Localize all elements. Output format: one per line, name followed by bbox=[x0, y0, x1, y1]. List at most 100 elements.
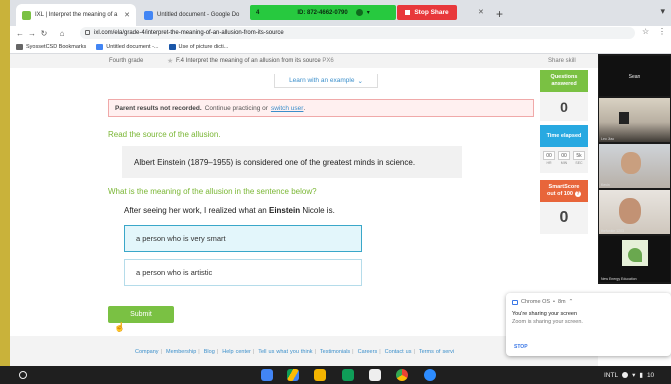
chromeos-shelf: INTL ▾ ▮ 10 bbox=[0, 366, 671, 384]
participant-name: Sean bbox=[628, 74, 641, 80]
home-icon[interactable]: ⌂ bbox=[56, 29, 68, 38]
timer-minutes-label: MIN bbox=[560, 161, 568, 165]
sentence-before: After seeing her work, I realized what a… bbox=[124, 206, 267, 215]
video-tile[interactable]: Leo Jiao bbox=[599, 98, 670, 142]
share-skill-link[interactable]: Share skill bbox=[548, 58, 576, 64]
footer-link-help[interactable]: Help center bbox=[222, 349, 251, 355]
tab-strip: IXL | Interpret the meaning of a ✕ Untit… bbox=[10, 0, 671, 26]
learn-label: Learn with an example bbox=[289, 77, 355, 84]
zoom-app-icon[interactable] bbox=[424, 369, 436, 381]
person-face bbox=[619, 198, 641, 224]
breadcrumb: Fourth grade ★ F.4 Interpret the meaning… bbox=[10, 54, 598, 68]
bookmark-label: SyossetCSD Bookmarks bbox=[26, 43, 87, 50]
chrome-app-icon[interactable] bbox=[396, 369, 408, 381]
divider: | bbox=[160, 349, 162, 355]
system-tray[interactable]: INTL ▾ ▮ 10 bbox=[604, 371, 655, 380]
notification-icon bbox=[622, 372, 629, 378]
close-tab-icon[interactable]: ✕ bbox=[124, 11, 130, 19]
toolbar: ← → ↻ ⌂ ixl.com/ela/grade-4/interpret-th… bbox=[10, 26, 671, 40]
zoom-share-bar[interactable]: 4 ID: 872-4662-0790 ▾ bbox=[250, 5, 396, 20]
docs-app-icon[interactable] bbox=[261, 369, 273, 381]
video-tile[interactable]: New Energy Education bbox=[599, 236, 670, 282]
submit-button[interactable]: Submit bbox=[108, 306, 174, 323]
footer-link-terms[interactable]: Terms of servi bbox=[419, 349, 454, 355]
launcher-icon[interactable] bbox=[19, 371, 27, 379]
bookmark-item[interactable]: Use of picture dicti... bbox=[168, 43, 229, 50]
notice-end: . bbox=[303, 104, 306, 112]
timer-minutes: 00 MIN bbox=[558, 151, 570, 173]
footer-link-careers[interactable]: Careers bbox=[358, 349, 378, 355]
lock-icon bbox=[85, 30, 90, 35]
help-icon[interactable]: ? bbox=[574, 191, 581, 197]
classroom-app-icon[interactable] bbox=[342, 369, 354, 381]
address-bar[interactable]: ixl.com/ela/grade-4/interpret-the-meanin… bbox=[80, 27, 635, 39]
footer-link-membership[interactable]: Membership bbox=[166, 349, 196, 355]
smartscore-sub-text: out of 100 bbox=[547, 191, 573, 197]
forward-icon[interactable]: → bbox=[26, 29, 38, 38]
bookmark-label: Use of picture dicti... bbox=[178, 43, 229, 50]
tab-label: IXL | Interpret the meaning of a bbox=[35, 12, 118, 18]
footer-link-testimonials[interactable]: Testimonials bbox=[320, 349, 350, 355]
footer-link-contact[interactable]: Contact us bbox=[385, 349, 412, 355]
sentence: After seeing her work, I realized what a… bbox=[124, 206, 335, 215]
chevron-down-icon[interactable]: ▾ bbox=[660, 6, 665, 17]
timer-seconds-value: 5k bbox=[573, 151, 585, 160]
smartscore-label: SmartScore bbox=[548, 184, 580, 191]
divider: | bbox=[413, 349, 415, 355]
person-face bbox=[621, 152, 641, 174]
doc-icon bbox=[168, 43, 176, 50]
clock: 10 bbox=[646, 371, 655, 379]
star-icon[interactable]: ★ bbox=[167, 57, 173, 65]
video-tile-host[interactable]: Sean bbox=[599, 56, 670, 96]
notification-title: You're sharing your screen bbox=[512, 311, 578, 317]
footer-link-company[interactable]: Company bbox=[135, 349, 159, 355]
timer-seconds: 5k SEC bbox=[573, 151, 585, 173]
video-feed bbox=[599, 98, 670, 142]
divider: | bbox=[352, 349, 354, 355]
answer-choice-1[interactable]: a person who is very smart bbox=[124, 225, 362, 252]
browser-window: IXL | Interpret the meaning of a ✕ Untit… bbox=[10, 0, 671, 366]
allusion-source: Albert Einstein (1879–1955) is considere… bbox=[122, 146, 462, 178]
footer-link-blog[interactable]: Blog bbox=[204, 349, 215, 355]
learn-with-example-button[interactable]: Learn with an example ⌄ bbox=[274, 74, 378, 88]
switch-user-link[interactable]: switch user bbox=[271, 105, 304, 112]
folder-icon bbox=[16, 43, 23, 50]
divider: | bbox=[379, 349, 381, 355]
tab-ixl[interactable]: IXL | Interpret the meaning of a ✕ bbox=[16, 4, 136, 26]
answer-choice-2[interactable]: a person who is artistic bbox=[124, 259, 362, 286]
new-tab-icon[interactable]: + bbox=[496, 7, 503, 21]
zoom-meeting-id: ID: 872-4662-0790 bbox=[297, 9, 348, 16]
footer-link-feedback[interactable]: Tell us what you think bbox=[258, 349, 312, 355]
participant-name: Leo Jiao bbox=[601, 137, 615, 141]
leaf-icon bbox=[628, 248, 642, 262]
timer-hours-value: 00 bbox=[543, 151, 555, 160]
skill-code: PX6 bbox=[322, 58, 334, 64]
smartscore-value: 0 bbox=[540, 202, 588, 234]
stop-sharing-button[interactable]: STOP bbox=[514, 344, 528, 350]
reload-icon[interactable]: ↻ bbox=[38, 29, 50, 38]
notification-time: 8m bbox=[557, 299, 566, 305]
video-tile[interactable]: Kevin bbox=[599, 144, 670, 188]
stop-share-button[interactable]: Stop Share bbox=[397, 5, 457, 20]
bookmark-item[interactable]: Untitled document -... bbox=[96, 43, 159, 50]
smartscore-sub: out of 100? bbox=[547, 191, 581, 198]
chevron-up-icon[interactable]: ⌃ bbox=[569, 299, 574, 305]
divider: | bbox=[198, 349, 200, 355]
breadcrumb-grade[interactable]: Fourth grade bbox=[109, 58, 143, 64]
back-icon[interactable]: ← bbox=[14, 29, 26, 38]
bookmark-folder[interactable]: SyossetCSD Bookmarks bbox=[16, 43, 87, 50]
footer-links: Company | Membership | Blog | Help center | … bbox=[135, 349, 454, 355]
stop-icon bbox=[405, 10, 411, 15]
chevron-down-icon[interactable]: ▾ bbox=[367, 9, 370, 16]
close-tab-icon[interactable]: ✕ bbox=[478, 8, 484, 16]
menu-icon[interactable]: ⋮ bbox=[658, 27, 666, 36]
video-tile[interactable]: thefunkie 1203 bbox=[599, 190, 670, 234]
participant-name: New Energy Education bbox=[601, 277, 637, 281]
keep-app-icon[interactable] bbox=[314, 369, 326, 381]
tab-google-doc[interactable]: Untitled document - Google Do bbox=[138, 4, 250, 26]
drive-app-icon[interactable] bbox=[287, 369, 299, 381]
choice-label: a person who is artistic bbox=[136, 268, 213, 277]
camera-app-icon[interactable] bbox=[369, 369, 381, 381]
questions-answered-label: Questions answered bbox=[540, 70, 588, 92]
star-icon[interactable]: ☆ bbox=[642, 27, 649, 36]
